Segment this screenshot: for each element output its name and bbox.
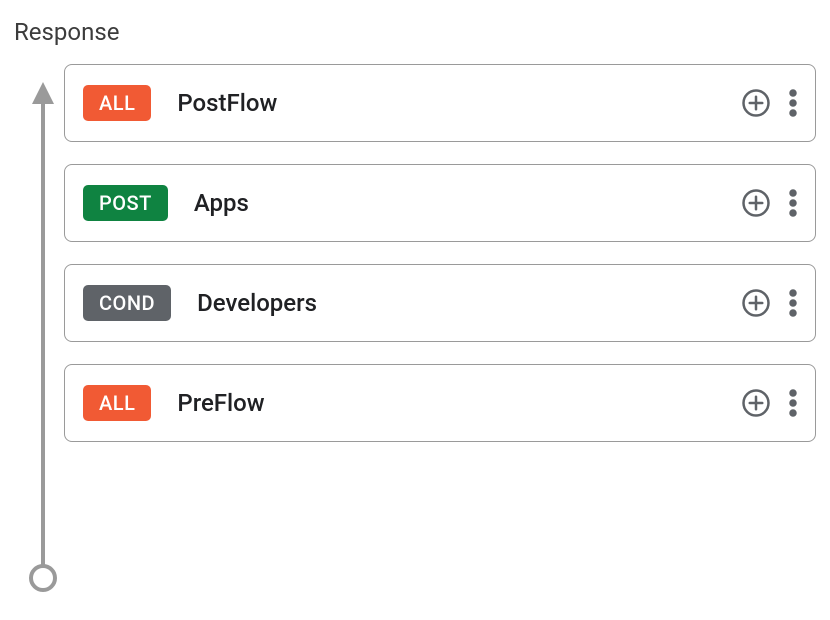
flow-item-preflow[interactable]: ALL PreFlow [64,364,816,442]
plus-circle-icon [741,388,771,418]
flow-list: ALL PostFlow [64,64,816,442]
more-options-button[interactable] [789,388,797,418]
section-body: ALL PostFlow [14,64,816,442]
flow-actions [741,188,797,218]
add-step-button[interactable] [741,188,771,218]
flow-actions [741,88,797,118]
flow-name: PreFlow [177,389,741,417]
method-badge: ALL [83,385,151,421]
method-badge: COND [83,285,171,321]
add-step-button[interactable] [741,288,771,318]
more-vertical-icon [789,388,797,418]
add-step-button[interactable] [741,388,771,418]
flow-name: Apps [194,189,741,217]
more-vertical-icon [789,188,797,218]
method-badge: ALL [83,85,151,121]
method-badge: POST [83,185,168,221]
plus-circle-icon [741,288,771,318]
flow-direction-arrow [14,64,64,442]
more-options-button[interactable] [789,188,797,218]
flow-actions [741,288,797,318]
more-vertical-icon [789,288,797,318]
add-step-button[interactable] [741,88,771,118]
flow-name: Developers [197,289,741,317]
flow-actions [741,388,797,418]
section-title: Response [14,18,816,46]
arrow-up-icon [28,82,58,592]
plus-circle-icon [741,188,771,218]
response-section: Response ALL PostFlow [0,0,830,452]
more-options-button[interactable] [789,288,797,318]
plus-circle-icon [741,88,771,118]
flow-item-postflow[interactable]: ALL PostFlow [64,64,816,142]
more-vertical-icon [789,88,797,118]
flow-name: PostFlow [177,89,741,117]
flow-item-apps[interactable]: POST Apps [64,164,816,242]
flow-item-developers[interactable]: COND Developers [64,264,816,342]
more-options-button[interactable] [789,88,797,118]
